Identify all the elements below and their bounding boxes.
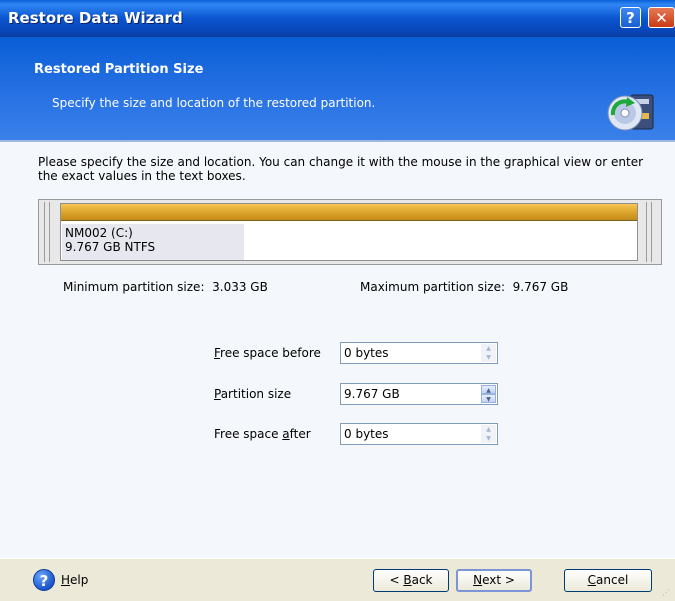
- partition-size-spinner[interactable]: ▲ ▼: [481, 385, 496, 403]
- disk-left-edge: [44, 202, 45, 262]
- partition-details: 9.767 GB NTFS: [65, 240, 156, 254]
- maximum-size-value: 9.767 GB: [512, 280, 569, 294]
- minimum-size-info: Minimum partition size: 3.033 GB: [63, 280, 268, 294]
- disk-graphical-view[interactable]: NM002 (C:) 9.767 GB NTFS: [38, 199, 662, 265]
- free-space-after-input[interactable]: 0 bytes ▲ ▼: [340, 423, 498, 445]
- spin-down-icon[interactable]: ▼: [481, 353, 496, 362]
- next-button[interactable]: Next >: [456, 569, 532, 592]
- help-icon[interactable]: ?: [33, 569, 55, 591]
- spin-down-icon[interactable]: ▼: [481, 394, 496, 403]
- cancel-button[interactable]: Cancel: [564, 569, 652, 592]
- close-button[interactable]: ✕: [648, 7, 675, 28]
- window-title: Restore Data Wizard: [8, 9, 183, 27]
- spin-up-icon[interactable]: ▲: [481, 344, 496, 353]
- free-space-before-input[interactable]: 0 bytes ▲ ▼: [340, 342, 498, 364]
- partition-size-label: Partition size: [214, 387, 292, 401]
- page-title: Restored Partition Size: [34, 62, 204, 77]
- disk-left-edge-inner: [49, 202, 50, 262]
- back-button[interactable]: < Back: [373, 569, 449, 592]
- spin-up-icon[interactable]: ▲: [481, 385, 496, 394]
- partition-block[interactable]: NM002 (C:) 9.767 GB NTFS: [60, 203, 638, 261]
- restore-disk-icon: [607, 94, 654, 131]
- help-link[interactable]: Help: [61, 573, 88, 587]
- help-title-button[interactable]: ?: [620, 7, 641, 28]
- minimum-size-value: 3.033 GB: [212, 280, 268, 294]
- maximum-size-label: Maximum partition size:: [360, 280, 505, 294]
- free-space-after-label: Free space after: [214, 427, 311, 441]
- instructions-text: Please specify the size and location. Yo…: [38, 155, 644, 183]
- free-space-before-value: 0 bytes: [344, 346, 389, 360]
- free-space-before-spinner[interactable]: ▲ ▼: [481, 344, 496, 362]
- wizard-content: Please specify the size and location. Yo…: [0, 142, 675, 560]
- partition-color-bar: [61, 204, 637, 221]
- free-space-before-label: Free space before: [214, 346, 321, 360]
- wizard-footer: ? Help < Back Next > Cancel ⋰: [0, 558, 675, 601]
- free-space-after-spinner[interactable]: ▲ ▼: [481, 425, 496, 443]
- title-bar: Restore Data Wizard ? ✕: [0, 0, 675, 37]
- partition-size-value: 9.767 GB: [344, 387, 400, 401]
- partition-name: NM002 (C:): [65, 226, 133, 240]
- spin-up-icon[interactable]: ▲: [481, 425, 496, 434]
- disk-right-edge-inner: [646, 202, 647, 262]
- partition-size-input[interactable]: 9.767 GB ▲ ▼: [340, 383, 498, 405]
- minimum-size-label: Minimum partition size:: [63, 280, 205, 294]
- disk-right-edge: [651, 202, 652, 262]
- page-subtitle: Specify the size and location of the res…: [52, 96, 376, 110]
- spin-down-icon[interactable]: ▼: [481, 434, 496, 443]
- maximum-size-info: Maximum partition size: 9.767 GB: [360, 280, 568, 294]
- free-space-after-value: 0 bytes: [344, 427, 389, 441]
- wizard-header: Restored Partition Size Specify the size…: [0, 37, 675, 140]
- resize-grip-icon[interactable]: ⋰: [662, 588, 672, 598]
- partition-label: NM002 (C:) 9.767 GB NTFS: [65, 226, 155, 254]
